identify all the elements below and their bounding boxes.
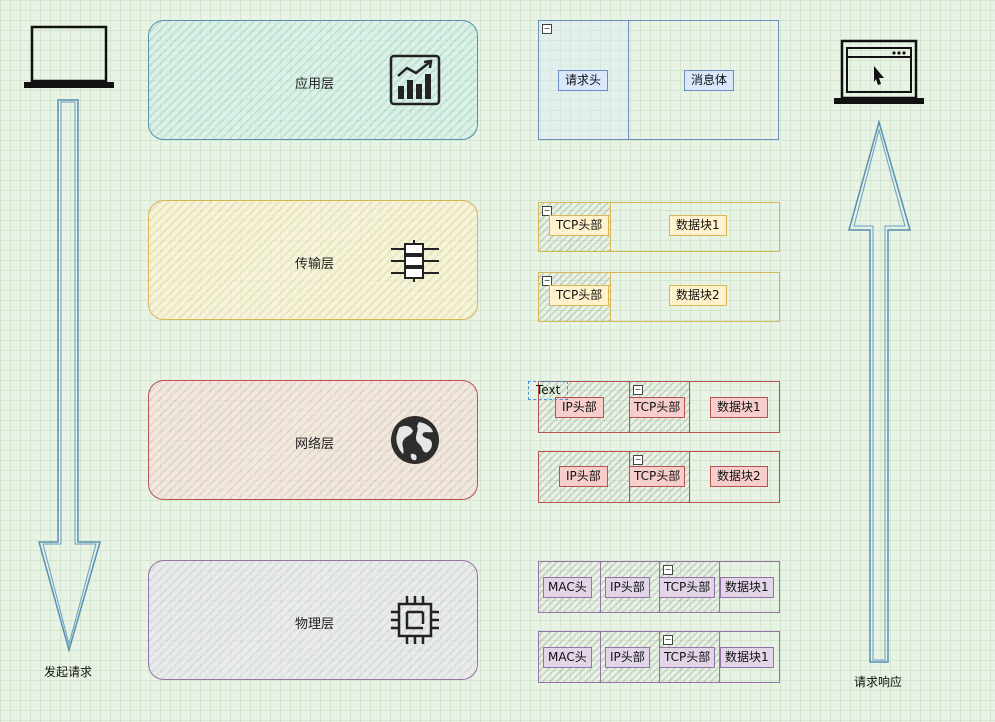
collapse-toggle[interactable]: − [663,635,673,645]
floating-text: Text [536,383,561,397]
mac-header-tag: MAC头 [543,647,592,668]
mac-header-cell: MAC头 [539,562,601,612]
ip-packet-2: IP头部 − TCP头部 数据块2 [538,451,780,503]
data-chunk-tag: 数据块2 [710,466,768,487]
tcp-header-tag: TCP头部 [549,285,610,306]
mac-header-cell: MAC头 [539,632,601,682]
data-chunk-cell: 数据块1 [720,632,779,682]
data-chunk-cell: 数据块2 [611,273,779,321]
tcp-header-tag: TCP头部 [659,577,716,598]
collapse-toggle[interactable]: − [542,24,552,34]
analytics-chart-icon [389,54,441,106]
tcp-header-cell: − TCP头部 [629,452,690,502]
data-chunk-tag: 数据块1 [720,647,774,668]
message-body-tag: 消息体 [684,70,735,91]
ip-header-tag: IP头部 [605,647,650,668]
collapse-toggle[interactable]: − [633,455,643,465]
network-switch-icon [391,240,439,282]
physical-layer-label: 物理层 [295,617,335,632]
tcp-header-cell: − TCP头部 [539,203,611,251]
data-chunk-cell: 数据块1 [720,562,779,612]
application-layer-label: 应用层 [295,77,335,92]
floating-text-label[interactable]: Text [528,381,568,400]
transport-layer-label: 传输层 [295,257,335,272]
laptop-icon [24,25,114,88]
globe-icon [391,416,439,464]
tcp-header-tag: TCP头部 [629,397,686,418]
mac-frame-2: MAC头 IP头部 − TCP头部 数据块1 [538,631,780,683]
collapse-toggle[interactable]: − [633,385,643,395]
ip-header-cell: IP头部 [601,562,660,612]
cpu-chip-icon [391,596,439,644]
application-packet: − 请求头 消息体 [538,20,779,140]
send-request-arrow [38,99,101,653]
request-header-tag: 请求头 [558,70,609,91]
tcp-packet-1: − TCP头部 数据块1 [538,202,780,252]
tcp-header-tag: TCP头部 [549,215,610,236]
application-layer-box: 应用层 [148,20,478,140]
mac-header-tag: MAC头 [543,577,592,598]
tcp-header-cell: − TCP头部 [659,632,720,682]
tcp-packet-2: − TCP头部 数据块2 [538,272,780,322]
data-chunk-cell: 数据块1 [690,382,779,432]
tcp-header-tag: TCP头部 [659,647,716,668]
physical-layer-box: 物理层 [148,560,478,680]
tcp-header-tag: TCP头部 [629,466,686,487]
tcp-header-cell: − TCP头部 [539,273,611,321]
send-request-caption: 发起请求 [44,665,93,679]
data-chunk-tag: 数据块1 [710,397,768,418]
transport-layer-box: 传输层 [148,200,478,320]
ip-packet-1: IP头部 − TCP头部 数据块1 [538,381,780,433]
tcp-header-cell: − TCP头部 [629,382,690,432]
collapse-toggle[interactable]: − [663,565,673,575]
response-arrow [848,119,911,663]
data-chunk-cell: 数据块1 [611,203,779,251]
ip-header-cell: IP头部 [601,632,660,682]
data-chunk-tag: 数据块1 [720,577,774,598]
response-caption: 请求响应 [854,675,903,689]
request-header-cell: − 请求头 [539,21,629,139]
mac-frame-1: MAC头 IP头部 − TCP头部 数据块1 [538,561,780,613]
ip-header-tag: IP头部 [605,577,650,598]
message-body-cell: 消息体 [629,21,778,139]
network-layer-label: 网络层 [295,437,335,452]
data-chunk-tag: 数据块2 [669,285,727,306]
data-chunk-tag: 数据块1 [669,215,727,236]
data-chunk-cell: 数据块2 [690,452,779,502]
ip-header-cell: IP头部 [539,452,630,502]
ip-header-tag: IP头部 [555,397,604,418]
browser-laptop-icon [834,39,924,104]
tcp-header-cell: − TCP头部 [659,562,720,612]
network-layer-box: 网络层 [148,380,478,500]
ip-header-tag: IP头部 [559,466,608,487]
